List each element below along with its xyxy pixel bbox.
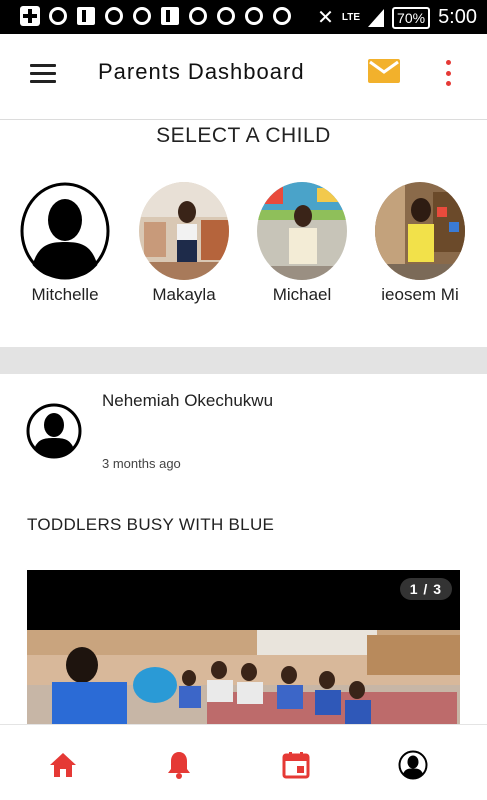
mail-button[interactable] (368, 59, 400, 83)
child-item[interactable]: Michael (242, 182, 362, 305)
bottom-navigation (0, 724, 487, 800)
child-photo (139, 182, 229, 280)
section-divider (0, 347, 487, 374)
child-item[interactable]: ieosem Mi (360, 182, 480, 305)
nav-calendar[interactable] (280, 749, 312, 781)
menu-icon (30, 64, 56, 67)
post-title: TODDLERS BUSY WITH BLUE (27, 515, 275, 534)
menu-button[interactable] (30, 64, 56, 84)
notification-circle-icon (104, 6, 124, 26)
page-title: Parents Dashboard (98, 59, 305, 84)
select-child-heading: SELECT A CHILD (156, 124, 331, 147)
child-photo (375, 182, 465, 280)
post-author-name: Nehemiah Okechukwu (102, 391, 274, 410)
notification-circle-icon (48, 6, 68, 26)
facebook-icon (76, 6, 96, 26)
app-bar: Parents Dashboard (0, 34, 487, 120)
notification-circle-icon (132, 6, 152, 26)
child-name: Mitchelle (31, 285, 99, 304)
home-icon (50, 753, 76, 777)
nav-home[interactable] (47, 749, 79, 781)
classroom-photo (27, 630, 460, 725)
child-photo (257, 182, 347, 280)
mail-icon (368, 59, 400, 83)
post-timestamp: 3 months ago (102, 456, 181, 471)
child-name: ieosem Mi (381, 285, 459, 304)
more-options-button[interactable] (440, 60, 456, 86)
notification-icons (20, 6, 292, 26)
clock: 5:00 (438, 6, 477, 28)
calendar-icon (282, 752, 310, 779)
notification-circle-icon (244, 6, 264, 26)
nav-notifications[interactable] (163, 749, 195, 781)
bell-icon (168, 752, 190, 779)
status-bar: ✕ LTE 70% 5:00 (0, 0, 487, 34)
more-vert-icon (445, 60, 451, 65)
post-image-carousel[interactable]: 1 / 3 (27, 570, 460, 725)
avatar (20, 182, 110, 280)
child-item[interactable]: Makayla (124, 182, 244, 305)
network-type: LTE (341, 11, 361, 23)
profile-icon (398, 750, 428, 780)
child-name: Makayla (152, 285, 216, 304)
child-name: Michael (272, 285, 332, 304)
image-counter: 1 / 3 (399, 578, 452, 600)
notification-circle-icon (188, 6, 208, 26)
add-box-icon (20, 6, 40, 26)
nav-profile[interactable] (397, 749, 429, 781)
signal-icon (368, 8, 385, 27)
notification-circle-icon (272, 6, 292, 26)
facebook-icon (160, 6, 180, 26)
child-carousel[interactable]: Mitchelle Makayla Michael ieosem Mi (0, 182, 487, 322)
system-indicators: ✕ LTE 70% 5:00 (317, 5, 477, 30)
person-silhouette-icon (20, 182, 110, 280)
child-item[interactable]: Mitchelle (5, 182, 125, 305)
person-silhouette-icon (26, 403, 82, 459)
vibrate-off-icon: ✕ (317, 7, 334, 29)
battery-indicator: 70% (392, 6, 431, 29)
notification-circle-icon (216, 6, 236, 26)
author-avatar[interactable] (26, 403, 82, 459)
